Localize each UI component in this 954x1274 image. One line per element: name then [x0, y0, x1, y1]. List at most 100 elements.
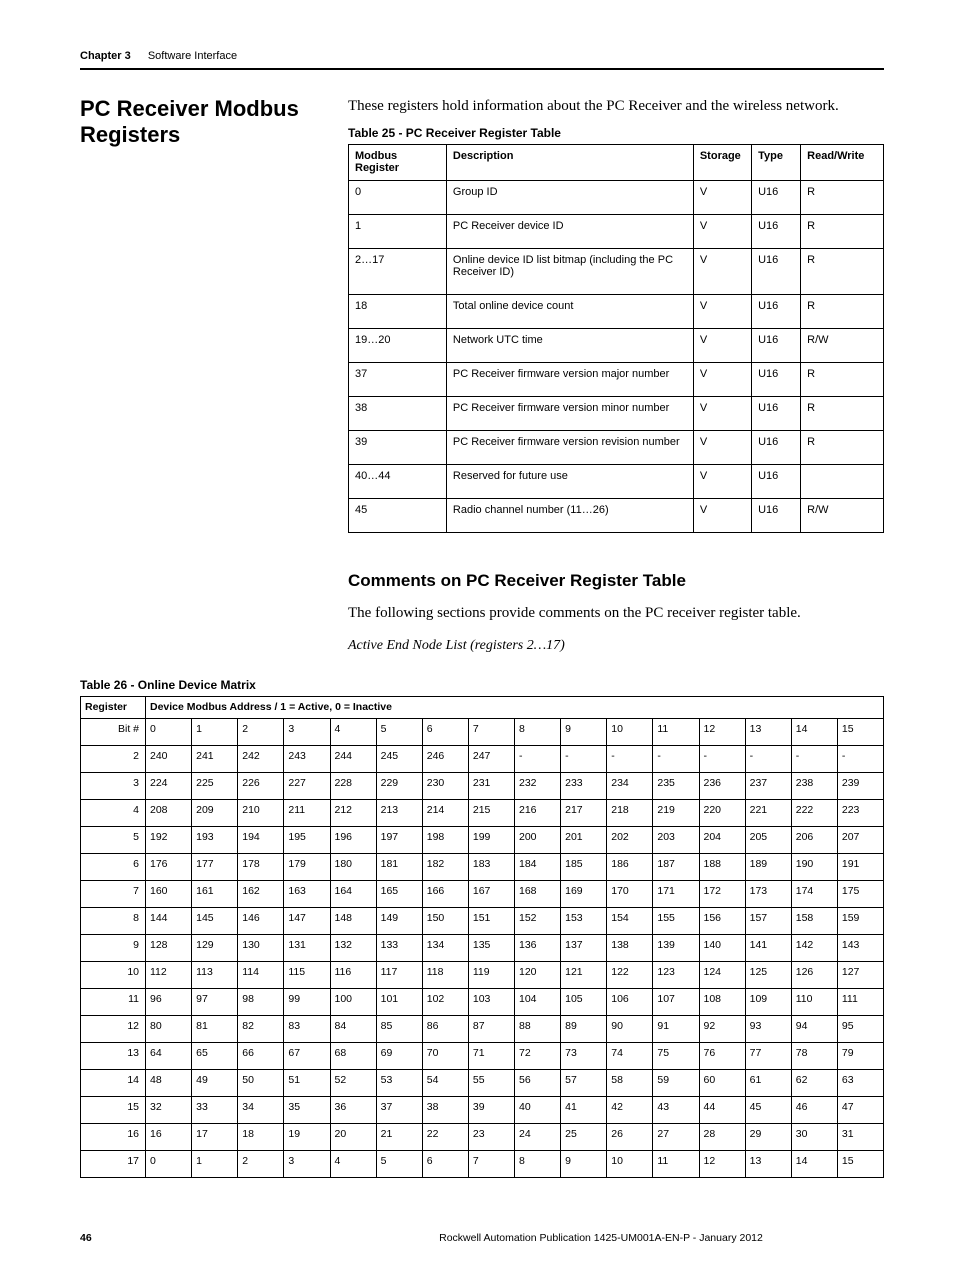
- matrix-cell: 141: [745, 935, 791, 962]
- matrix-cell: 107: [653, 989, 699, 1016]
- matrix-cell: 51: [284, 1070, 330, 1097]
- matrix-cell: 65: [192, 1043, 238, 1070]
- matrix-cell: 35: [284, 1097, 330, 1124]
- matrix-cell: 165: [376, 881, 422, 908]
- matrix-cell: 178: [238, 854, 284, 881]
- table-cell: U16: [752, 249, 801, 295]
- table25-caption: Table 25 - PC Receiver Register Table: [348, 126, 884, 140]
- matrix-cell: 43: [653, 1097, 699, 1124]
- matrix-cell: 234: [607, 773, 653, 800]
- matrix-cell: 94: [791, 1016, 837, 1043]
- matrix-cell: 54: [422, 1070, 468, 1097]
- bit-number-cell: 3: [284, 719, 330, 746]
- matrix-cell: 182: [422, 854, 468, 881]
- matrix-cell: 247: [468, 746, 514, 773]
- table-row: 2240241242243244245246247--------: [81, 746, 884, 773]
- bit-number-cell: 10: [607, 719, 653, 746]
- matrix-cell: 58: [607, 1070, 653, 1097]
- register-cell: 11: [81, 989, 146, 1016]
- table-row: 3224225226227228229230231232233234235236…: [81, 773, 884, 800]
- register-cell: 17: [81, 1151, 146, 1178]
- table-cell: R: [801, 431, 884, 465]
- matrix-cell: 38: [422, 1097, 468, 1124]
- matrix-cell: 200: [515, 827, 561, 854]
- matrix-cell: 42: [607, 1097, 653, 1124]
- matrix-cell: 104: [515, 989, 561, 1016]
- matrix-cell: 79: [837, 1043, 883, 1070]
- matrix-cell: 237: [745, 773, 791, 800]
- matrix-cell: 240: [146, 746, 192, 773]
- matrix-cell: 193: [192, 827, 238, 854]
- bit-number-cell: 7: [468, 719, 514, 746]
- matrix-cell: 170: [607, 881, 653, 908]
- table-cell: U16: [752, 295, 801, 329]
- table-cell: U16: [752, 181, 801, 215]
- table-cell: U16: [752, 431, 801, 465]
- matrix-cell: 217: [561, 800, 607, 827]
- publication-info: Rockwell Automation Publication 1425-UM0…: [318, 1232, 884, 1244]
- matrix-cell: 10: [607, 1151, 653, 1178]
- matrix-cell: 68: [330, 1043, 376, 1070]
- matrix-cell: 134: [422, 935, 468, 962]
- matrix-cell: 62: [791, 1070, 837, 1097]
- table-cell: U16: [752, 499, 801, 533]
- matrix-cell: 110: [791, 989, 837, 1016]
- matrix-cell: 72: [515, 1043, 561, 1070]
- matrix-cell: 92: [699, 1016, 745, 1043]
- matrix-cell: 223: [837, 800, 883, 827]
- matrix-cell: -: [515, 746, 561, 773]
- register-cell: 14: [81, 1070, 146, 1097]
- matrix-cell: 129: [192, 935, 238, 962]
- matrix-cell: 21: [376, 1124, 422, 1151]
- matrix-cell: 205: [745, 827, 791, 854]
- matrix-cell: 191: [837, 854, 883, 881]
- table-cell: V: [693, 215, 751, 249]
- matrix-cell: 13: [745, 1151, 791, 1178]
- matrix-cell: 207: [837, 827, 883, 854]
- matrix-cell: 180: [330, 854, 376, 881]
- matrix-cell: 67: [284, 1043, 330, 1070]
- register-cell: 7: [81, 881, 146, 908]
- table-cell: PC Receiver firmware version revision nu…: [446, 431, 693, 465]
- table-row: 1011211311411511611711811912012112212312…: [81, 962, 884, 989]
- matrix-cell: 143: [837, 935, 883, 962]
- matrix-cell: 230: [422, 773, 468, 800]
- matrix-cell: 241: [192, 746, 238, 773]
- table-cell: 45: [349, 499, 447, 533]
- matrix-cell: 137: [561, 935, 607, 962]
- table-cell: PC Receiver firmware version minor numbe…: [446, 397, 693, 431]
- matrix-cell: 88: [515, 1016, 561, 1043]
- table-cell: V: [693, 181, 751, 215]
- table-cell: 40…44: [349, 465, 447, 499]
- matrix-cell: 81: [192, 1016, 238, 1043]
- matrix-cell: 5: [376, 1151, 422, 1178]
- table-cell: R: [801, 363, 884, 397]
- matrix-cell: 152: [515, 908, 561, 935]
- matrix-cell: 172: [699, 881, 745, 908]
- matrix-cell: 147: [284, 908, 330, 935]
- matrix-cell: 198: [422, 827, 468, 854]
- matrix-cell: 224: [146, 773, 192, 800]
- table-row: 45Radio channel number (11…26)VU16R/W: [349, 499, 884, 533]
- matrix-cell: 163: [284, 881, 330, 908]
- section-title: PC Receiver Modbus Registers: [80, 96, 320, 149]
- bit-number-cell: 2: [238, 719, 284, 746]
- register-cell: 16: [81, 1124, 146, 1151]
- th-type: Type: [752, 145, 801, 181]
- matrix-cell: 136: [515, 935, 561, 962]
- matrix-cell: 181: [376, 854, 422, 881]
- page-number: 46: [80, 1232, 318, 1244]
- matrix-cell: 204: [699, 827, 745, 854]
- content-columns: PC Receiver Modbus Registers These regis…: [80, 96, 884, 672]
- matrix-cell: 161: [192, 881, 238, 908]
- online-device-matrix-table: Register Device Modbus Address / 1 = Act…: [80, 696, 884, 1178]
- matrix-cell: 76: [699, 1043, 745, 1070]
- table-cell: 38: [349, 397, 447, 431]
- table-cell: Group ID: [446, 181, 693, 215]
- matrix-cell: 29: [745, 1124, 791, 1151]
- matrix-cell: 46: [791, 1097, 837, 1124]
- matrix-cell: 60: [699, 1070, 745, 1097]
- table-cell: U16: [752, 397, 801, 431]
- matrix-cell: 102: [422, 989, 468, 1016]
- matrix-cell: 90: [607, 1016, 653, 1043]
